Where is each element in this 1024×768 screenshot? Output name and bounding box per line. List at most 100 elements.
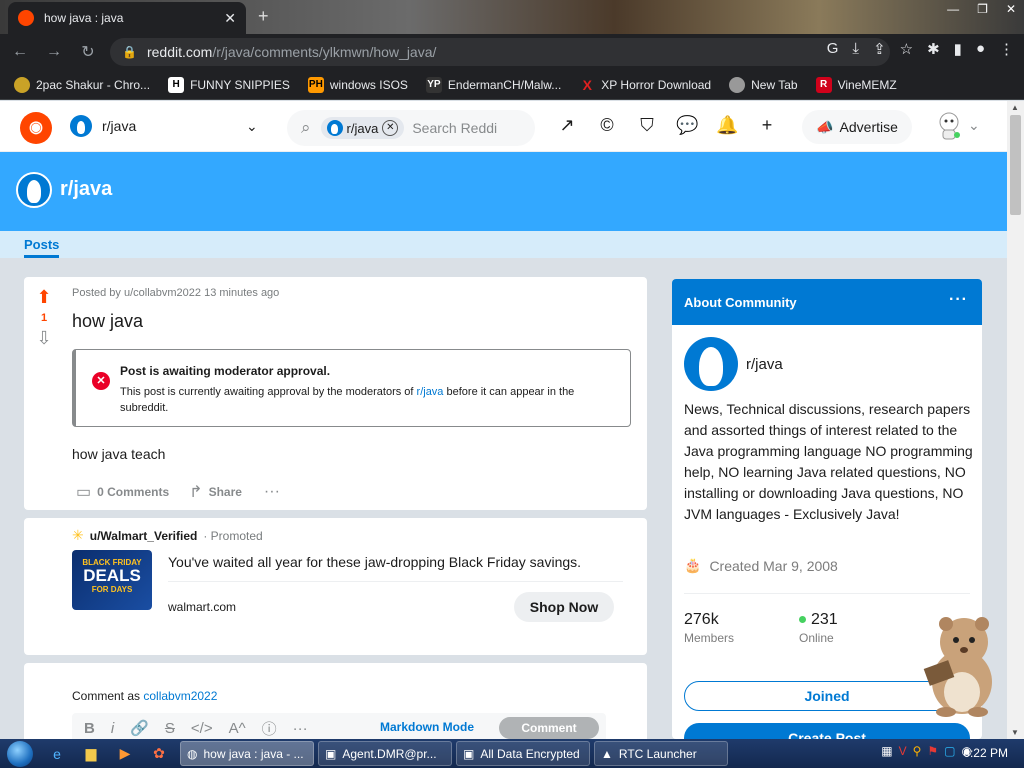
notifications-icon[interactable]: 🔔 <box>716 115 738 136</box>
tray-app-icon[interactable]: ▦ <box>881 744 892 758</box>
link-icon[interactable]: 🔗 <box>130 719 149 737</box>
forward-icon[interactable]: → <box>40 43 68 61</box>
page-scrollbar[interactable]: ▲ ▼ <box>1007 101 1024 739</box>
promo-thumbnail[interactable]: BLACK FRIDAY DEALS FOR DAYS <box>72 550 152 610</box>
share-icon[interactable]: ⇪ <box>873 40 886 58</box>
reddit-logo-icon[interactable]: ◉ <box>20 112 52 144</box>
create-post-plus-icon[interactable]: + <box>756 115 778 136</box>
taskbar-item[interactable]: ▣ Agent.DMR@pr... <box>318 741 452 766</box>
tray-flag-icon[interactable]: ⚑ <box>927 744 938 758</box>
ie-icon[interactable]: e <box>42 742 72 766</box>
taskbar-label: Agent.DMR@pr... <box>342 746 437 761</box>
bookmark-item[interactable]: New Tab <box>729 76 798 93</box>
taskbar-item[interactable]: ◍ how java : java - ... <box>180 741 314 766</box>
more-options-icon[interactable]: ··· <box>264 483 280 501</box>
promo-user[interactable]: u/Walmart_Verified <box>90 529 198 543</box>
taskbar-item[interactable]: ▲ RTC Launcher <box>594 741 728 766</box>
bookmark-item[interactable]: R VineMEMZ <box>815 76 897 93</box>
scrollbar-thumb[interactable] <box>1010 115 1021 215</box>
back-icon[interactable]: ← <box>6 43 34 61</box>
strikethrough-icon[interactable]: S <box>165 720 175 737</box>
profile-icon[interactable]: ● <box>976 40 985 58</box>
chat-icon[interactable]: 💬 <box>676 115 698 136</box>
tray-network-icon[interactable]: ▢ <box>944 744 955 758</box>
app-icon[interactable]: ✿ <box>144 742 174 766</box>
reload-icon[interactable]: ↻ <box>74 42 102 62</box>
vote-count: 1 <box>40 312 48 324</box>
extensions-icon[interactable]: ✱ <box>927 40 940 58</box>
search-input[interactable] <box>412 120 508 136</box>
tray-app-icon[interactable]: ⚲ <box>913 744 922 758</box>
user-menu-chevron-icon[interactable]: ⌄ <box>968 117 980 134</box>
shop-now-button[interactable]: Shop Now <box>514 592 614 622</box>
promo-headline[interactable]: You've waited all year for these jaw-dro… <box>168 554 581 570</box>
clock[interactable]: 6:22 PM <box>963 746 1008 760</box>
advertise-button[interactable]: 📣 Advertise <box>802 110 912 144</box>
create-post-button[interactable]: Create Post <box>684 723 970 739</box>
megaphone-icon: 📣 <box>816 118 834 135</box>
bookmark-label: VineMEMZ <box>837 77 897 92</box>
markdown-mode-button[interactable]: Markdown Mode <box>380 720 474 734</box>
post-title: how java <box>72 311 144 331</box>
download-icon[interactable]: ⤓ <box>852 40 859 58</box>
coins-icon[interactable]: © <box>596 115 618 136</box>
bold-icon[interactable]: B <box>84 720 95 737</box>
upvote-icon[interactable]: ⬆ <box>34 287 54 308</box>
explorer-folder-icon[interactable]: ▆ <box>76 742 106 766</box>
bookmark-item[interactable]: X XP Horror Download <box>579 77 712 93</box>
comment-icon[interactable]: ▭ <box>76 482 91 502</box>
minimize-icon[interactable]: — <box>947 2 959 16</box>
new-tab-icon[interactable]: + <box>258 6 269 27</box>
clear-scope-icon[interactable]: ✕ <box>382 120 399 136</box>
spoiler-icon[interactable]: ⓘ <box>262 718 277 739</box>
post-actions: ▭ 0 Comments ↱ Share ··· <box>76 482 280 502</box>
scroll-down-icon[interactable]: ▼ <box>1011 728 1019 737</box>
scroll-up-icon[interactable]: ▲ <box>1011 103 1019 112</box>
bookmark-item[interactable]: YP EndermanCH/Malw... <box>425 76 561 93</box>
close-window-icon[interactable]: ✕ <box>1006 2 1016 16</box>
tab-posts[interactable]: Posts <box>24 237 60 258</box>
code-icon[interactable]: </> <box>191 720 213 737</box>
start-button[interactable] <box>0 739 40 768</box>
more-options-icon[interactable]: ··· <box>949 291 968 309</box>
downvote-icon[interactable]: ⇩ <box>34 328 54 349</box>
media-player-icon[interactable]: ▶ <box>110 742 140 766</box>
notice-text-start: This post is currently awaiting approval… <box>120 386 417 398</box>
comment-submit-button[interactable]: Comment <box>499 717 599 739</box>
comments-button[interactable]: 0 Comments <box>97 485 169 499</box>
italic-icon[interactable]: i <box>111 720 114 737</box>
comment-as-user-link[interactable]: collabvm2022 <box>143 689 217 703</box>
browser-tab-active[interactable]: how java : java ✕ <box>8 2 246 34</box>
url-field[interactable]: 🔒 reddit.com/r/java/comments/ylkmwn/how_… <box>110 38 890 66</box>
sidepanel-icon[interactable]: ▮ <box>954 40 962 58</box>
bookmark-star-icon[interactable]: ☆ <box>900 40 913 58</box>
chrome-icon: ◍ <box>187 746 198 761</box>
popular-icon[interactable]: ↗ <box>556 115 578 136</box>
taskbar-item[interactable]: ▣ All Data Encrypted <box>456 741 590 766</box>
moderation-shield-icon[interactable]: ⛉ <box>636 115 658 136</box>
restore-icon[interactable]: ❐ <box>977 2 988 16</box>
about-community-title: About Community <box>684 295 797 310</box>
post-meta: Posted by u/collabvm2022 13 minutes ago <box>72 287 280 299</box>
superscript-icon[interactable]: A^ <box>229 720 246 737</box>
share-button[interactable]: Share <box>209 485 242 499</box>
community-selector[interactable]: r/java ⌄ <box>70 115 270 137</box>
promo-domain[interactable]: walmart.com <box>168 600 236 614</box>
user-avatar[interactable] <box>936 111 962 141</box>
menu-kebab-icon[interactable]: ⋮ <box>999 40 1014 58</box>
window-icon: ▣ <box>463 746 475 761</box>
bookmark-item[interactable]: 2pac Shakur - Chro... <box>14 76 150 93</box>
bookmark-item[interactable]: H FUNNY SNIPPIES <box>168 76 290 93</box>
bookmark-item[interactable]: PH windows ISOS <box>307 76 408 93</box>
google-icon[interactable]: G <box>827 40 839 58</box>
java-community-icon <box>684 337 738 391</box>
search-scope-chip[interactable]: r/java ✕ <box>320 117 405 139</box>
close-tab-icon[interactable]: ✕ <box>224 10 236 27</box>
window-controls: — ❐ ✕ <box>947 2 1016 16</box>
more-formatting-icon[interactable]: ··· <box>293 720 308 737</box>
community-name[interactable]: r/java <box>746 356 783 373</box>
search-bar[interactable]: ⌕ r/java ✕ <box>287 110 535 146</box>
subreddit-link[interactable]: r/java <box>417 386 444 398</box>
tray-v-icon[interactable]: V <box>899 744 907 758</box>
share-icon[interactable]: ↱ <box>189 482 202 502</box>
